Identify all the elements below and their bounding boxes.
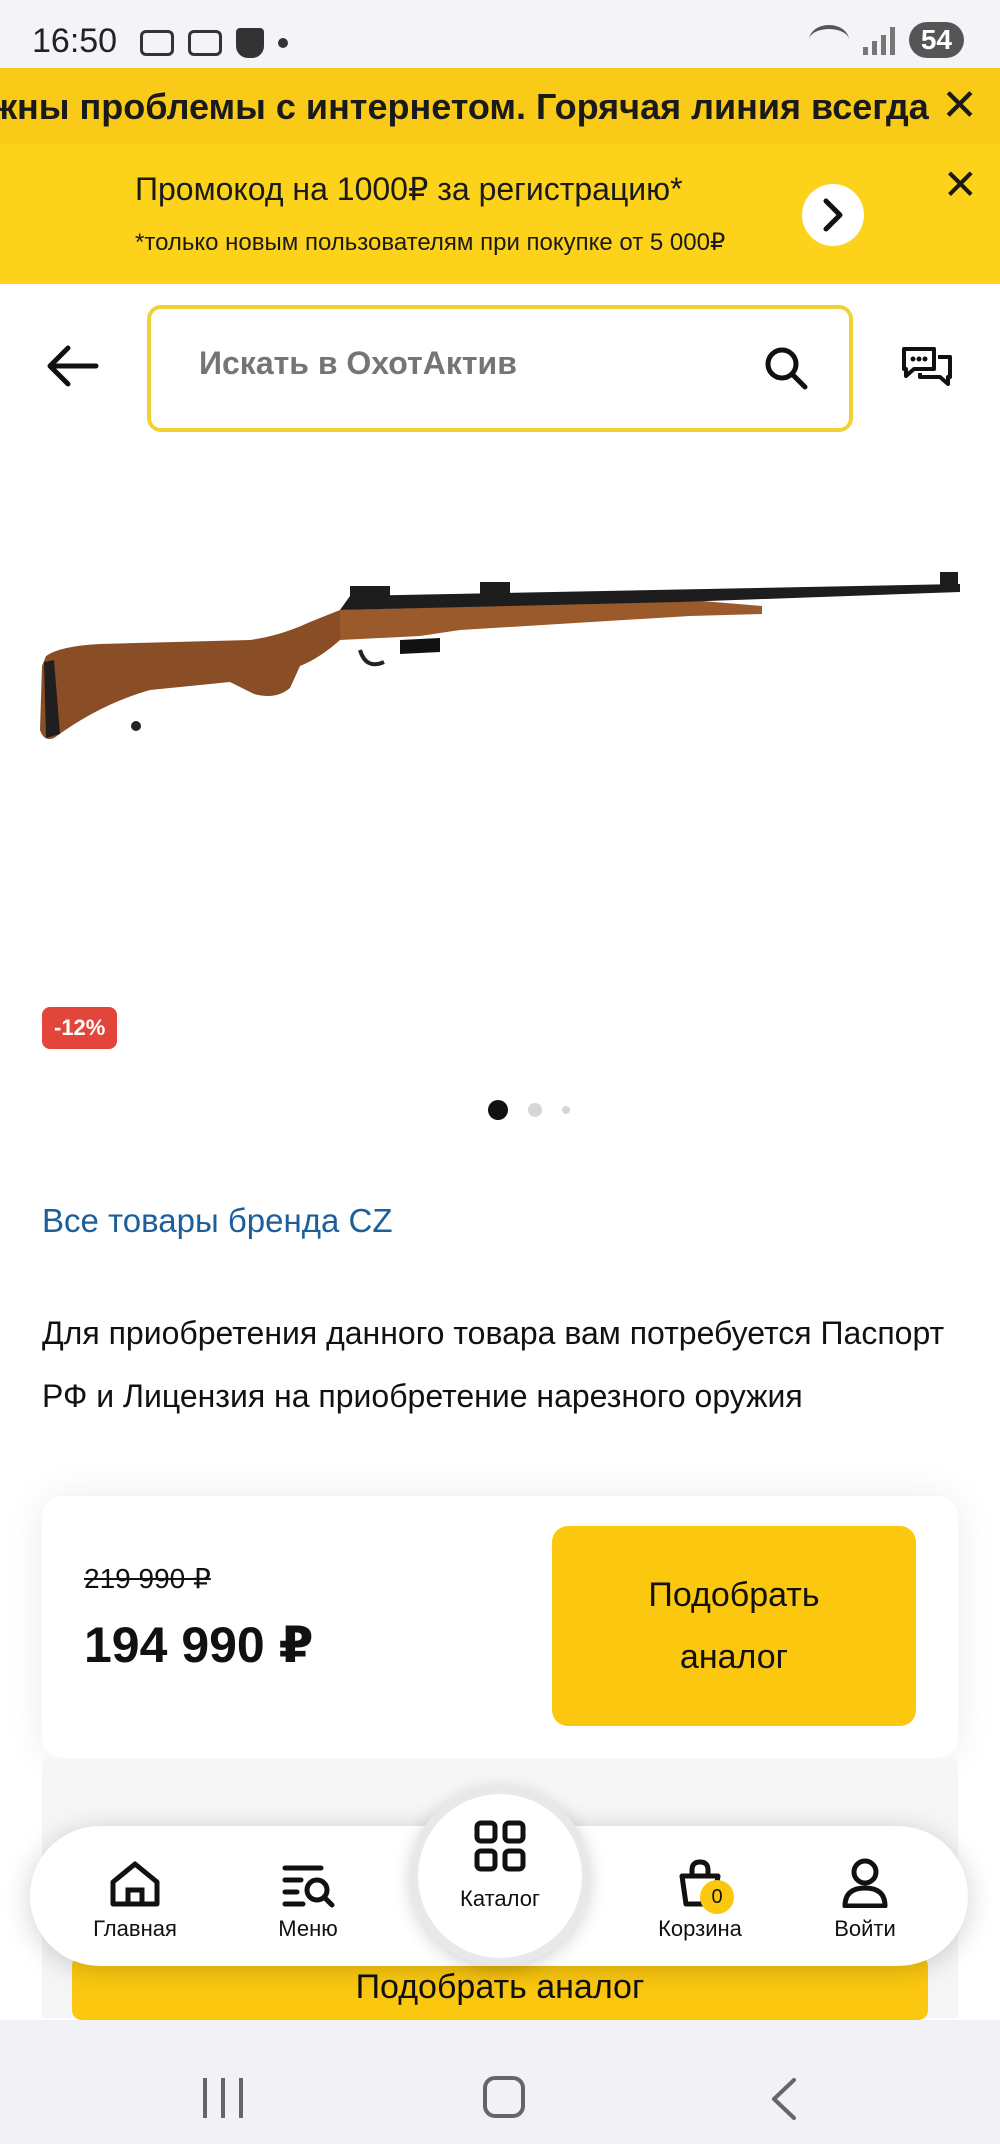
search-input[interactable]	[199, 345, 719, 382]
wifi-icon	[808, 25, 849, 55]
search-icon	[765, 347, 808, 390]
promo-subtitle: *только новым пользователям при покупке …	[135, 229, 726, 256]
status-time: 16:50	[32, 22, 118, 60]
shield-icon	[236, 28, 264, 58]
chat-icon	[902, 347, 952, 386]
promo-banner[interactable]: Промокод на 1000₽ за регистрацию* *тольк…	[0, 144, 1000, 284]
menu-search-icon	[282, 1865, 335, 1908]
promo-arrow-button[interactable]	[802, 184, 864, 246]
home-icon	[110, 1861, 160, 1907]
discount-badge: -12%	[42, 1007, 118, 1049]
car-icon	[188, 30, 222, 56]
catalog-grid-icon	[474, 1820, 526, 1872]
gallery-dot[interactable]	[488, 1100, 508, 1120]
tab-catalog[interactable]: Каталог	[410, 1786, 590, 1966]
status-icons	[140, 28, 288, 58]
chat-button[interactable]	[900, 345, 954, 396]
tab-menu[interactable]: Меню	[238, 1856, 378, 1942]
chevron-right-icon	[823, 198, 843, 232]
back-button[interactable]	[44, 344, 100, 388]
gallery-dot[interactable]	[528, 1103, 542, 1117]
price-card: 219 990 ₽ 194 990 ₽ Подобрать аналог	[42, 1496, 958, 1758]
promo-title: Промокод на 1000₽ за регистрацию*	[135, 171, 683, 207]
back-nav-icon[interactable]	[768, 2076, 798, 2122]
current-price: 194 990 ₽	[84, 1617, 314, 1673]
recent-apps-button[interactable]	[203, 2078, 243, 2118]
find-analog-label-2: аналог	[679, 1638, 789, 1676]
signal-icon	[862, 25, 895, 55]
promo-close-button[interactable]: ✕	[943, 164, 978, 206]
announcement-ticker: ожны проблемы с интернетом. Горячая лини…	[0, 68, 1000, 144]
gallery-pagination[interactable]	[488, 1100, 570, 1120]
tab-home-label: Главная	[93, 1916, 177, 1941]
brand-link[interactable]: Все товары бренда CZ	[42, 1202, 392, 1240]
find-analog-button[interactable]: Подобрать аналог	[552, 1526, 916, 1726]
bottom-find-analog-label: Подобрать аналог	[355, 1968, 645, 2006]
find-analog-label-1: Подобрать	[648, 1576, 820, 1614]
search-box[interactable]	[147, 305, 853, 432]
ticker-close-button[interactable]: ✕	[941, 84, 978, 128]
status-right: 54	[808, 22, 964, 58]
notification-dot-icon	[278, 38, 288, 48]
arrow-left-icon	[47, 345, 99, 387]
tab-login[interactable]: Войти	[795, 1856, 935, 1942]
tab-cart-label: Корзина	[658, 1916, 742, 1941]
home-button[interactable]	[483, 2076, 525, 2118]
tab-login-label: Войти	[834, 1916, 896, 1941]
product-image[interactable]	[40, 570, 960, 770]
battery-indicator: 54	[908, 22, 964, 58]
screenshot-icon	[140, 30, 174, 56]
cart-count-badge: 0	[700, 1880, 734, 1914]
gallery-dot[interactable]	[562, 1106, 570, 1114]
tab-catalog-label: Каталог	[460, 1886, 540, 1911]
status-bar: 16:50 54	[0, 0, 1000, 68]
old-price: 219 990 ₽	[84, 1563, 211, 1594]
user-icon	[842, 1858, 888, 1908]
license-notice: Для приобретения данного товара вам потр…	[42, 1315, 945, 1414]
ticker-text: ожны проблемы с интернетом. Горячая лини…	[0, 86, 929, 127]
system-navigation-bar	[0, 2020, 1000, 2144]
tab-home[interactable]: Главная	[65, 1856, 205, 1942]
tab-menu-label: Меню	[278, 1916, 338, 1941]
